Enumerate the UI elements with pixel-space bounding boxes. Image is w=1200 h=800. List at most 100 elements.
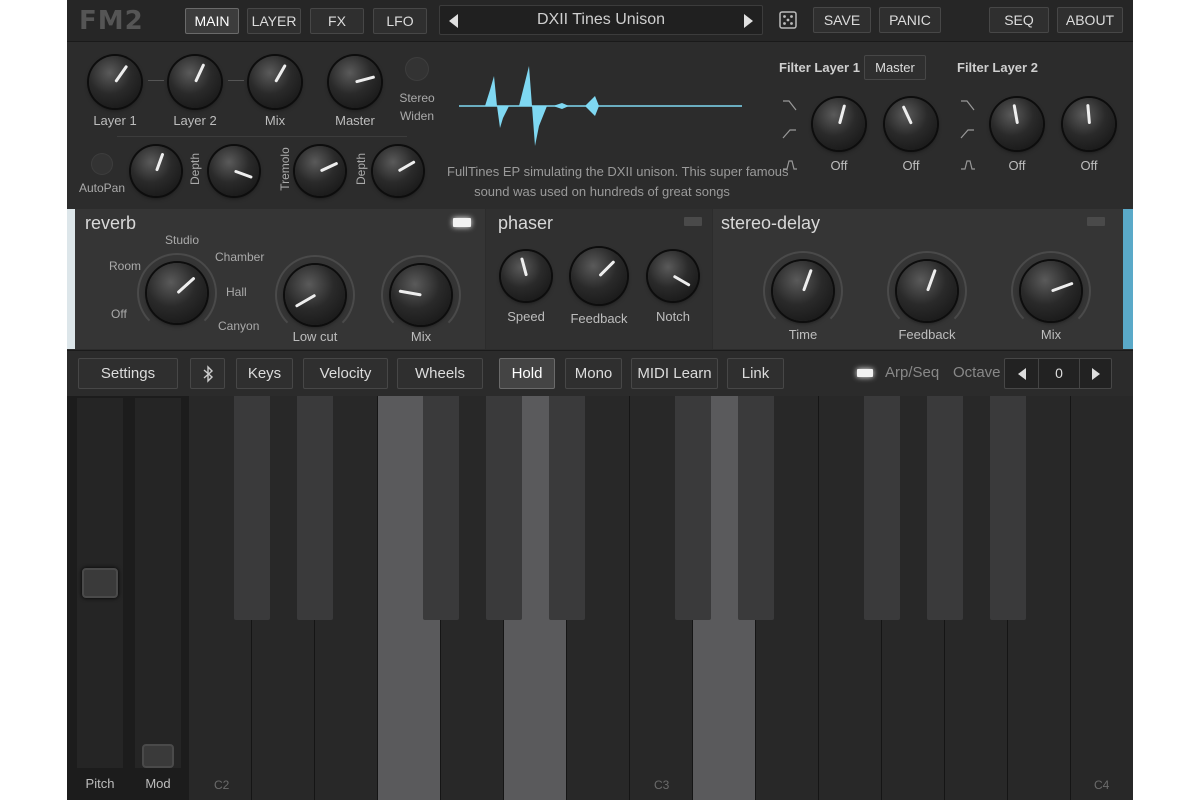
phaser-notch-knob[interactable] — [648, 251, 698, 301]
lfo-tab[interactable]: LFO — [373, 8, 427, 34]
black-key[interactable] — [738, 396, 774, 620]
black-key[interactable] — [297, 396, 333, 620]
autopan-depth-knob[interactable] — [209, 146, 259, 196]
arrow-left-icon — [1017, 367, 1026, 380]
bluetooth-button[interactable] — [190, 358, 225, 389]
mix-knob[interactable] — [249, 56, 301, 108]
white-key[interactable] — [1071, 396, 1133, 800]
pitch-wheel[interactable] — [77, 398, 123, 768]
delay-time-label: Time — [788, 327, 818, 342]
black-key[interactable] — [423, 396, 459, 620]
reverb-enable-led[interactable] — [453, 218, 471, 227]
black-key[interactable] — [990, 396, 1026, 620]
black-key[interactable] — [675, 396, 711, 620]
black-key[interactable] — [549, 396, 585, 620]
arrow-right-icon — [1091, 367, 1100, 380]
delay-time-knob[interactable] — [773, 261, 833, 321]
preset-name[interactable]: DXII Tines Unison — [440, 11, 762, 29]
waveform-display — [459, 66, 742, 146]
stereo-delay-panel: stereo-delay Time Feedback Mix — [713, 209, 1133, 349]
piano-keyboard: C2 C3 C4 — [189, 396, 1133, 800]
about-button[interactable]: ABOUT — [1057, 7, 1123, 33]
tremolo-label: Tremolo — [278, 147, 292, 191]
seq-button[interactable]: SEQ — [989, 7, 1049, 33]
phaser-notch-label: Notch — [656, 309, 690, 324]
octave-selector: 0 — [1004, 358, 1112, 389]
midi-learn-button[interactable]: MIDI Learn — [631, 358, 718, 389]
mod-wheel-handle[interactable] — [142, 744, 174, 768]
link-button[interactable]: Link — [727, 358, 784, 389]
reverb-mix-knob[interactable] — [391, 265, 451, 325]
fx-tab[interactable]: FX — [310, 8, 364, 34]
black-key[interactable] — [864, 396, 900, 620]
black-key[interactable] — [234, 396, 270, 620]
panic-button[interactable]: PANIC — [879, 7, 941, 33]
tremolo-rate-knob[interactable] — [295, 146, 345, 196]
layer2-knob[interactable] — [169, 56, 221, 108]
pitch-wheel-handle[interactable] — [82, 568, 118, 598]
key-label-c4: C4 — [1094, 778, 1110, 792]
filter2-resonance-knob[interactable] — [1063, 98, 1115, 150]
phaser-feedback-knob[interactable] — [571, 248, 627, 304]
connector-line — [148, 80, 164, 81]
autopan-toggle[interactable] — [91, 153, 113, 175]
master-knob[interactable] — [329, 56, 381, 108]
autopan-depth-label: Depth — [188, 152, 202, 186]
black-key[interactable] — [927, 396, 963, 620]
octave-up-button[interactable] — [1079, 359, 1111, 388]
octave-down-button[interactable] — [1005, 359, 1039, 388]
next-preset-icon[interactable] — [744, 14, 753, 28]
octave-label: Octave — [953, 364, 1001, 381]
reverb-type-off[interactable]: Off — [111, 307, 127, 321]
filter-master-button[interactable]: Master — [864, 55, 926, 80]
delay-mix-knob[interactable] — [1021, 261, 1081, 321]
mod-wheel[interactable] — [135, 398, 181, 768]
keys-button[interactable]: Keys — [236, 358, 293, 389]
phaser-speed-knob[interactable] — [501, 251, 551, 301]
delay-edge — [1123, 209, 1133, 349]
filter1-type-icons[interactable] — [782, 98, 798, 178]
random-dice-icon[interactable] — [777, 9, 799, 31]
delay-enable-led[interactable] — [1087, 217, 1105, 226]
layer1-knob[interactable] — [89, 56, 141, 108]
reverb-type-knob[interactable] — [147, 263, 207, 323]
hold-button[interactable]: Hold — [499, 358, 555, 389]
autopan-rate-knob[interactable] — [131, 146, 181, 196]
settings-button[interactable]: Settings — [78, 358, 178, 389]
reverb-type-canyon[interactable]: Canyon — [218, 319, 259, 333]
filter2-type-icons[interactable] — [960, 98, 976, 178]
mono-button[interactable]: Mono — [565, 358, 622, 389]
wheels-button[interactable]: Wheels — [397, 358, 483, 389]
delay-feedback-knob[interactable] — [897, 261, 957, 321]
tremolo-depth-knob[interactable] — [373, 146, 423, 196]
filter1-resonance-knob[interactable] — [885, 98, 937, 150]
reverb-type-room[interactable]: Room — [109, 259, 141, 273]
black-key[interactable] — [486, 396, 522, 620]
stereo-widen-toggle[interactable] — [405, 57, 429, 81]
phaser-speed-label: Speed — [507, 309, 545, 324]
delay-feedback-label: Feedback — [898, 327, 956, 342]
velocity-button[interactable]: Velocity — [303, 358, 388, 389]
filter2-cutoff-value: Off — [1008, 158, 1026, 173]
layer-tab[interactable]: LAYER — [247, 8, 301, 34]
mix-label: Mix — [264, 113, 286, 128]
layer2-label: Layer 2 — [173, 113, 217, 128]
phaser-feedback-label: Feedback — [570, 311, 628, 326]
app-logo: FM2 — [79, 6, 144, 36]
filter1-cutoff-knob[interactable] — [813, 98, 865, 150]
filter2-cutoff-knob[interactable] — [991, 98, 1043, 150]
fm2-app: FM2 MAIN LAYER FX LFO DXII Tines Unison … — [67, 0, 1133, 800]
keyboard-controls-bar: Settings Keys Velocity Wheels Hold Mono … — [67, 350, 1133, 396]
reverb-lowcut-knob[interactable] — [285, 265, 345, 325]
phaser-enable-led[interactable] — [684, 217, 702, 226]
key-label-c2: C2 — [214, 778, 230, 792]
phaser-panel: phaser Speed Feedback Notch — [486, 209, 712, 349]
arpseq-label[interactable]: Arp/Seq — [885, 364, 939, 381]
reverb-type-hall[interactable]: Hall — [226, 285, 247, 299]
save-button[interactable]: SAVE — [813, 7, 871, 33]
arpseq-led[interactable] — [857, 369, 873, 377]
octave-value: 0 — [1055, 365, 1063, 381]
reverb-type-studio[interactable]: Studio — [165, 233, 199, 247]
reverb-type-chamber[interactable]: Chamber — [215, 250, 264, 264]
main-tab[interactable]: MAIN — [185, 8, 239, 34]
